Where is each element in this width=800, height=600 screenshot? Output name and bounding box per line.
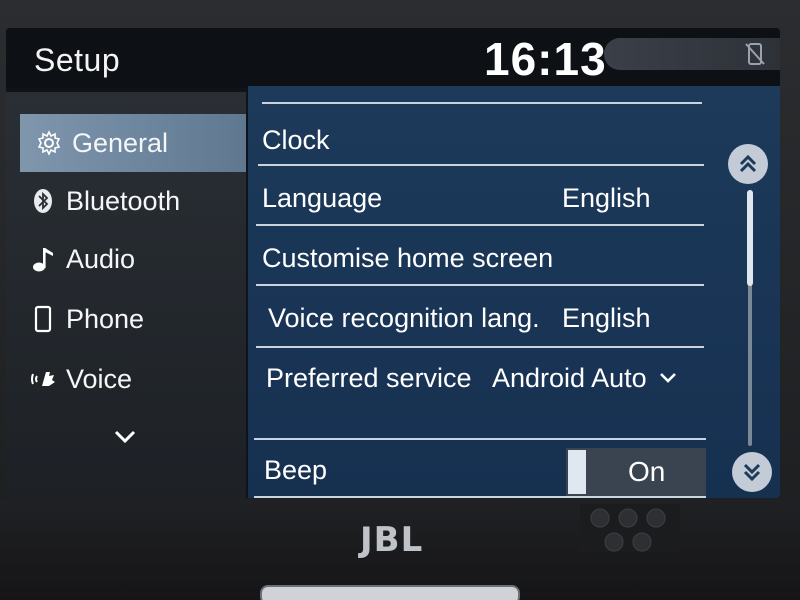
row-divider xyxy=(258,164,704,166)
hardware-button[interactable] xyxy=(260,585,520,600)
gear-icon xyxy=(34,128,64,158)
setting-label: Customise home screen xyxy=(262,242,554,273)
toggle-knob xyxy=(568,450,586,494)
row-divider xyxy=(262,102,702,104)
double-chevron-down-icon xyxy=(743,463,761,482)
settings-sidebar: General Bluetooth Audio Phone Voice xyxy=(6,92,246,498)
no-phone-icon xyxy=(745,43,765,65)
setting-row-voice-recognition[interactable]: Voice recognition lang. English xyxy=(268,290,708,346)
sidebar-item-label: Voice xyxy=(66,363,133,394)
toggle-state: On xyxy=(628,456,666,487)
brand-logo: JBL xyxy=(360,520,424,560)
status-bar[interactable] xyxy=(604,38,780,70)
row-divider xyxy=(254,438,706,440)
sidebar-item-bluetooth[interactable]: Bluetooth xyxy=(6,172,246,230)
scroll-thumb[interactable] xyxy=(747,190,753,286)
double-chevron-up-icon xyxy=(739,154,757,173)
bluetooth-icon xyxy=(28,186,58,216)
row-divider xyxy=(256,224,704,226)
page-title: Setup xyxy=(34,42,121,78)
setting-value: Android Auto xyxy=(492,362,647,393)
infotainment-screen: Setup 16:13 General Bluetooth Audio Phon… xyxy=(6,28,780,498)
setting-label: Clock xyxy=(262,124,330,155)
setting-label: Language xyxy=(262,182,383,213)
sidebar-item-label: Audio xyxy=(66,243,136,274)
settings-list: Clock Language English Customise home sc… xyxy=(248,86,780,498)
setting-value: English xyxy=(562,182,651,213)
sidebar-item-label: General xyxy=(72,127,169,158)
speaker-grille xyxy=(580,504,680,552)
sidebar-item-label: Phone xyxy=(66,303,145,334)
phone-icon xyxy=(28,304,58,334)
voice-icon xyxy=(28,364,58,394)
setting-row-preferred-service[interactable]: Preferred service Android Auto xyxy=(266,350,706,406)
setting-row-customise-home[interactable]: Customise home screen xyxy=(262,230,702,286)
clock-display: 16:13 xyxy=(484,33,607,85)
row-divider xyxy=(254,496,706,498)
sidebar-item-audio[interactable]: Audio xyxy=(6,230,246,288)
setting-row-language[interactable]: Language English xyxy=(262,170,702,226)
sidebar-item-general[interactable]: General xyxy=(20,114,246,172)
sidebar-more-button[interactable] xyxy=(110,422,140,452)
scroll-down-button[interactable] xyxy=(732,452,772,492)
setting-label: Voice recognition lang. xyxy=(268,302,540,333)
setting-value: English xyxy=(562,302,651,333)
chevron-down-icon xyxy=(114,430,136,444)
music-note-icon xyxy=(28,244,58,274)
beep-toggle[interactable]: On xyxy=(566,448,706,496)
setting-label: Beep xyxy=(264,454,328,485)
sidebar-item-voice[interactable]: Voice xyxy=(6,350,246,408)
sidebar-item-label: Bluetooth xyxy=(66,185,181,216)
setting-row-clock[interactable]: Clock xyxy=(262,112,702,168)
row-divider xyxy=(256,346,704,348)
screen-header: Setup 16:13 xyxy=(6,28,780,88)
chevron-down-icon xyxy=(660,373,676,383)
sidebar-item-phone[interactable]: Phone xyxy=(6,290,246,348)
setting-label: Preferred service xyxy=(266,362,472,393)
scroll-up-button[interactable] xyxy=(728,144,768,184)
row-divider xyxy=(256,284,704,286)
